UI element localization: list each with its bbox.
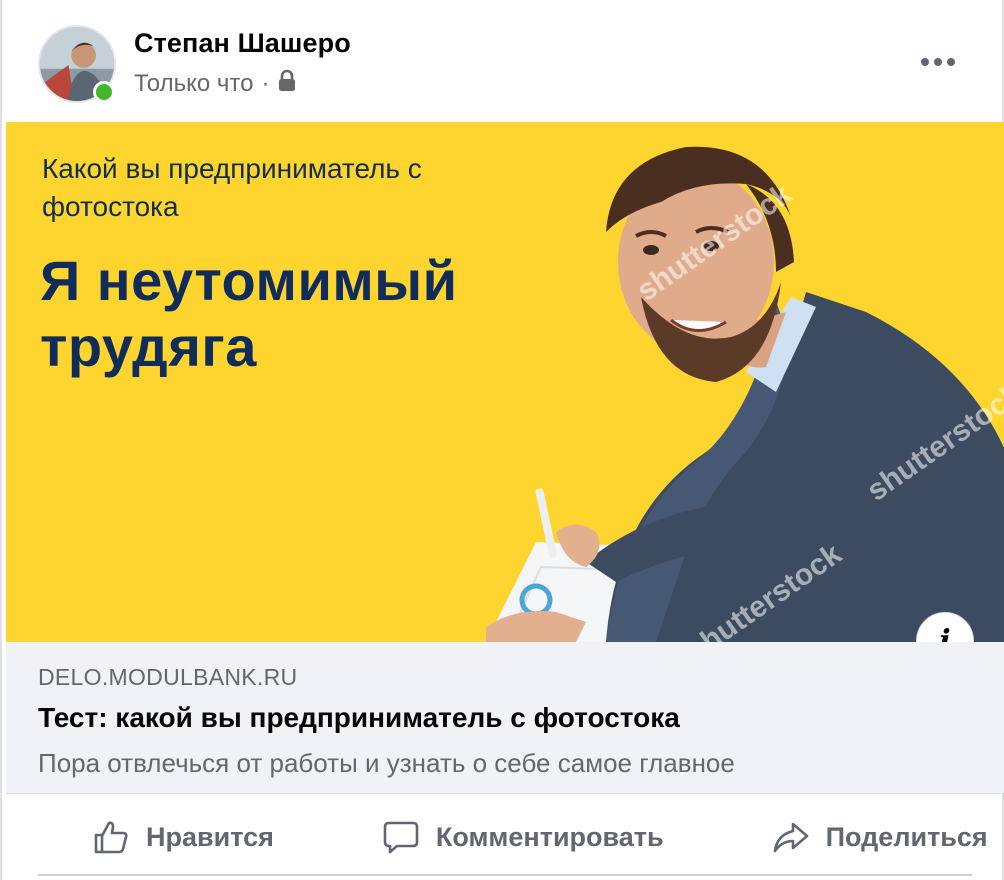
ad-subtitle: Какой вы предприниматель с фотостока	[42, 153, 422, 222]
comment-icon	[383, 821, 419, 854]
feed-post: Степан Шашеро Только что · Какой вы пред…	[0, 0, 1004, 880]
ad-creative-image[interactable]: Какой вы предприниматель с фотостока Я н…	[6, 122, 1004, 642]
meta-separator: ·	[261, 70, 270, 97]
post-meta: Только что ·	[134, 69, 297, 98]
more-options-button[interactable]	[910, 42, 966, 82]
post-header: Степан Шашеро Только что ·	[2, 0, 1002, 122]
post-timestamp[interactable]: Только что	[134, 70, 253, 98]
link-title[interactable]: Тест: какой вы предприниматель с фотосто…	[38, 702, 680, 734]
comment-button[interactable]: Комментировать	[328, 807, 718, 867]
like-label: Нравится	[146, 821, 274, 852]
share-icon	[773, 822, 808, 853]
online-status-dot	[93, 81, 115, 103]
more-dot	[947, 58, 955, 66]
more-dot	[921, 58, 929, 66]
author-name[interactable]: Степан Шашеро	[134, 28, 351, 59]
post-actions-bar: Нравится Комментировать Поделиться	[38, 800, 988, 876]
share-label: Поделиться	[825, 821, 988, 852]
ad-stock-photo: shutterstock shutterstock shutterstock	[446, 122, 1004, 642]
thumbs-up-icon	[94, 821, 128, 854]
link-preview[interactable]: DELO.MODULBANK.RU Тест: какой вы предпри…	[6, 642, 1004, 794]
link-description: Пора отвлечься от работы и узнать о себе…	[38, 748, 735, 778]
link-domain: DELO.MODULBANK.RU	[38, 664, 298, 690]
businessman-illustration: shutterstock shutterstock shutterstock	[486, 146, 1004, 642]
comment-label: Комментировать	[435, 821, 664, 852]
lock-icon[interactable]	[277, 69, 297, 93]
share-button[interactable]: Поделиться	[718, 807, 1004, 867]
more-dot	[934, 58, 942, 66]
like-button[interactable]: Нравится	[38, 807, 328, 867]
